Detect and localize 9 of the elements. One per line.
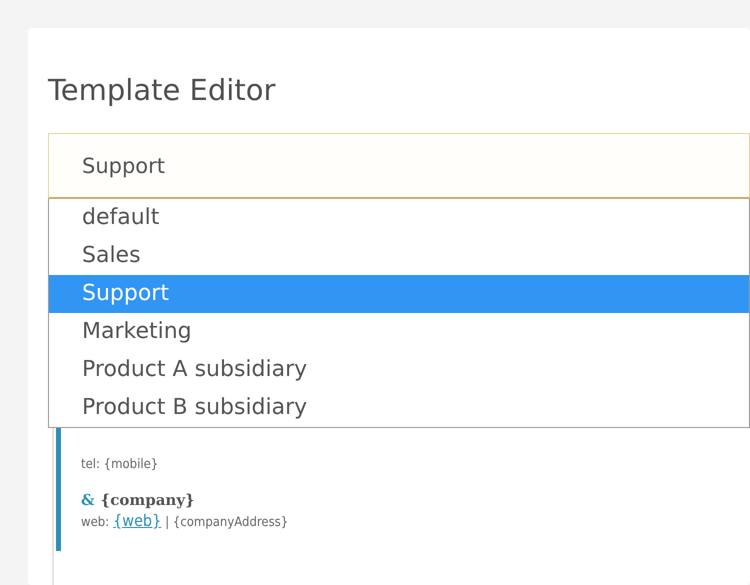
- web-link[interactable]: {web}: [113, 511, 162, 530]
- company-name: {company}: [100, 491, 195, 509]
- page-title: Template Editor: [48, 72, 276, 108]
- web-label: web:: [81, 515, 110, 530]
- template-select[interactable]: Support: [48, 133, 750, 199]
- separator: |: [165, 515, 170, 530]
- phone-line: tel: {mobile}: [81, 456, 160, 474]
- company-address: {companyAddress}: [172, 515, 288, 530]
- ampersand: &: [81, 491, 95, 509]
